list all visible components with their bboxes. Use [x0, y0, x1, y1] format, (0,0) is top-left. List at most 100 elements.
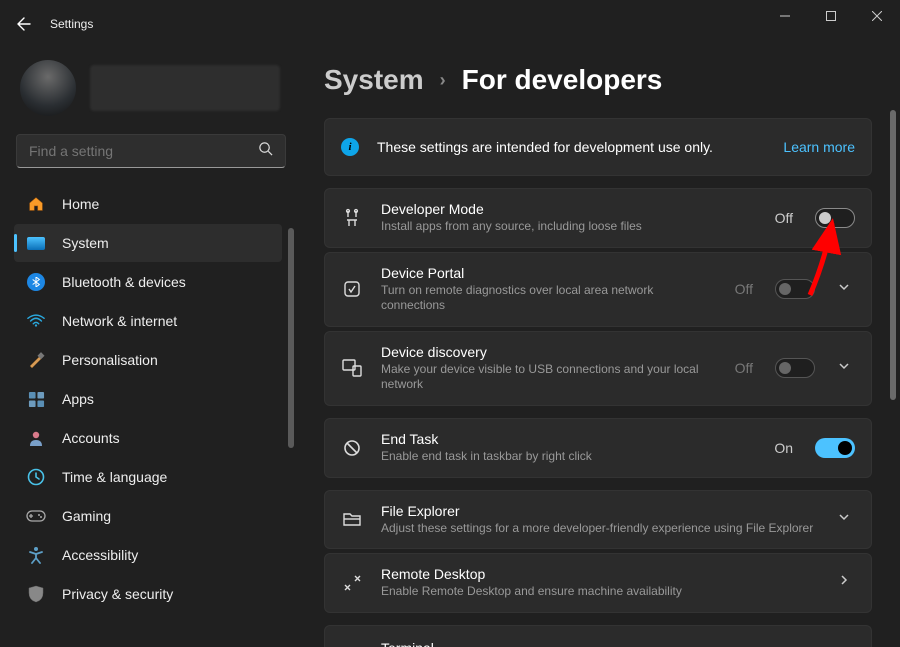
sidebar-item-label: Accessibility [62, 547, 138, 563]
accounts-icon [26, 428, 46, 448]
sidebar-item-label: Gaming [62, 508, 111, 524]
sidebar-item-label: System [62, 235, 109, 251]
arrow-left-icon [16, 16, 32, 32]
sidebar-item-label: Network & internet [62, 313, 177, 329]
title-bar: Settings [0, 0, 900, 48]
navigate-button[interactable] [833, 569, 855, 596]
terminal-icon [341, 637, 363, 647]
search-input[interactable] [29, 143, 258, 159]
setting-title: Device Portal [381, 265, 717, 281]
end-task-toggle[interactable] [815, 438, 855, 458]
bluetooth-icon [26, 272, 46, 292]
setting-subtitle: Adjust these settings for a more develop… [381, 521, 815, 537]
shield-icon [26, 584, 46, 604]
app-title: Settings [50, 17, 93, 31]
setting-title: Developer Mode [381, 201, 757, 217]
setting-end-task: End Task Enable end task in taskbar by r… [324, 418, 872, 478]
wifi-icon [26, 311, 46, 331]
back-button[interactable] [8, 8, 40, 40]
toggle-state-label: Off [735, 360, 753, 376]
content-scrollbar[interactable] [890, 110, 896, 643]
end-task-icon [341, 437, 363, 459]
setting-subtitle: Install apps from any source, including … [381, 219, 741, 235]
devmode-icon [341, 207, 363, 229]
page-title: For developers [462, 64, 663, 96]
sidebar-item-label: Accounts [62, 430, 120, 446]
gaming-icon [26, 506, 46, 526]
window-controls [762, 0, 900, 32]
home-icon [26, 194, 46, 214]
setting-device-discovery: Device discovery Make your device visibl… [324, 331, 872, 406]
maximize-icon [826, 11, 836, 21]
remote-desktop-icon [341, 572, 363, 594]
setting-title: End Task [381, 431, 756, 447]
sidebar-item-personalisation[interactable]: Personalisation [14, 341, 282, 379]
search-box[interactable] [16, 134, 286, 168]
sidebar-item-time[interactable]: Time & language [14, 458, 282, 496]
setting-title: Device discovery [381, 344, 717, 360]
setting-subtitle: Turn on remote diagnostics over local ar… [381, 283, 717, 314]
profile-area[interactable] [14, 56, 300, 134]
device-discovery-icon [341, 357, 363, 379]
sidebar: Home System Bluetooth & devices Network … [0, 48, 300, 647]
toggle-state-label: Off [775, 210, 793, 226]
setting-title: Terminal [381, 640, 855, 647]
maximize-button[interactable] [808, 0, 854, 32]
setting-subtitle: Make your device visible to USB connecti… [381, 362, 717, 393]
setting-title: File Explorer [381, 503, 815, 519]
sidebar-item-home[interactable]: Home [14, 185, 282, 223]
toggle-state-label: On [774, 440, 793, 456]
sidebar-item-accounts[interactable]: Accounts [14, 419, 282, 457]
sidebar-scrollbar[interactable] [288, 228, 294, 637]
setting-terminal[interactable]: Terminal [324, 625, 872, 647]
close-button[interactable] [854, 0, 900, 32]
sidebar-item-network[interactable]: Network & internet [14, 302, 282, 340]
sidebar-item-label: Time & language [62, 469, 167, 485]
setting-file-explorer[interactable]: File Explorer Adjust these settings for … [324, 490, 872, 550]
accessibility-icon [26, 545, 46, 565]
setting-title: Remote Desktop [381, 566, 815, 582]
sidebar-item-label: Bluetooth & devices [62, 274, 186, 290]
sidebar-item-system[interactable]: System [14, 224, 282, 262]
search-icon [258, 141, 273, 161]
sidebar-item-label: Privacy & security [62, 586, 173, 602]
expand-button[interactable] [833, 355, 855, 382]
setting-developer-mode: Developer Mode Install apps from any sou… [324, 188, 872, 248]
close-icon [872, 11, 882, 21]
device-portal-toggle [775, 279, 815, 299]
breadcrumb: System › For developers [324, 64, 872, 96]
sidebar-item-gaming[interactable]: Gaming [14, 497, 282, 535]
avatar [20, 60, 76, 116]
info-icon: i [341, 138, 359, 156]
expand-button[interactable] [833, 506, 855, 533]
setting-subtitle: Enable end task in taskbar by right clic… [381, 449, 741, 465]
setting-subtitle: Enable Remote Desktop and ensure machine… [381, 584, 741, 600]
info-text: These settings are intended for developm… [377, 139, 765, 155]
chevron-right-icon: › [440, 70, 446, 91]
device-portal-icon [341, 278, 363, 300]
sidebar-item-label: Personalisation [62, 352, 158, 368]
minimize-button[interactable] [762, 0, 808, 32]
breadcrumb-parent[interactable]: System [324, 64, 424, 96]
sidebar-item-accessibility[interactable]: Accessibility [14, 536, 282, 574]
learn-more-link[interactable]: Learn more [783, 139, 855, 155]
minimize-icon [780, 11, 790, 21]
clock-icon [26, 467, 46, 487]
system-icon [26, 233, 46, 253]
sidebar-item-label: Apps [62, 391, 94, 407]
file-explorer-icon [341, 508, 363, 530]
sidebar-item-privacy[interactable]: Privacy & security [14, 575, 282, 613]
device-discovery-toggle [775, 358, 815, 378]
setting-remote-desktop[interactable]: Remote Desktop Enable Remote Desktop and… [324, 553, 872, 613]
sidebar-item-label: Home [62, 196, 99, 212]
paintbrush-icon [26, 350, 46, 370]
sidebar-item-bluetooth[interactable]: Bluetooth & devices [14, 263, 282, 301]
expand-button[interactable] [833, 276, 855, 303]
info-banner: i These settings are intended for develo… [324, 118, 872, 176]
developer-mode-toggle[interactable] [815, 208, 855, 228]
nav: Home System Bluetooth & devices Network … [14, 184, 300, 614]
sidebar-item-apps[interactable]: Apps [14, 380, 282, 418]
apps-icon [26, 389, 46, 409]
toggle-state-label: Off [735, 281, 753, 297]
content-area: System › For developers i These settings… [300, 48, 900, 647]
